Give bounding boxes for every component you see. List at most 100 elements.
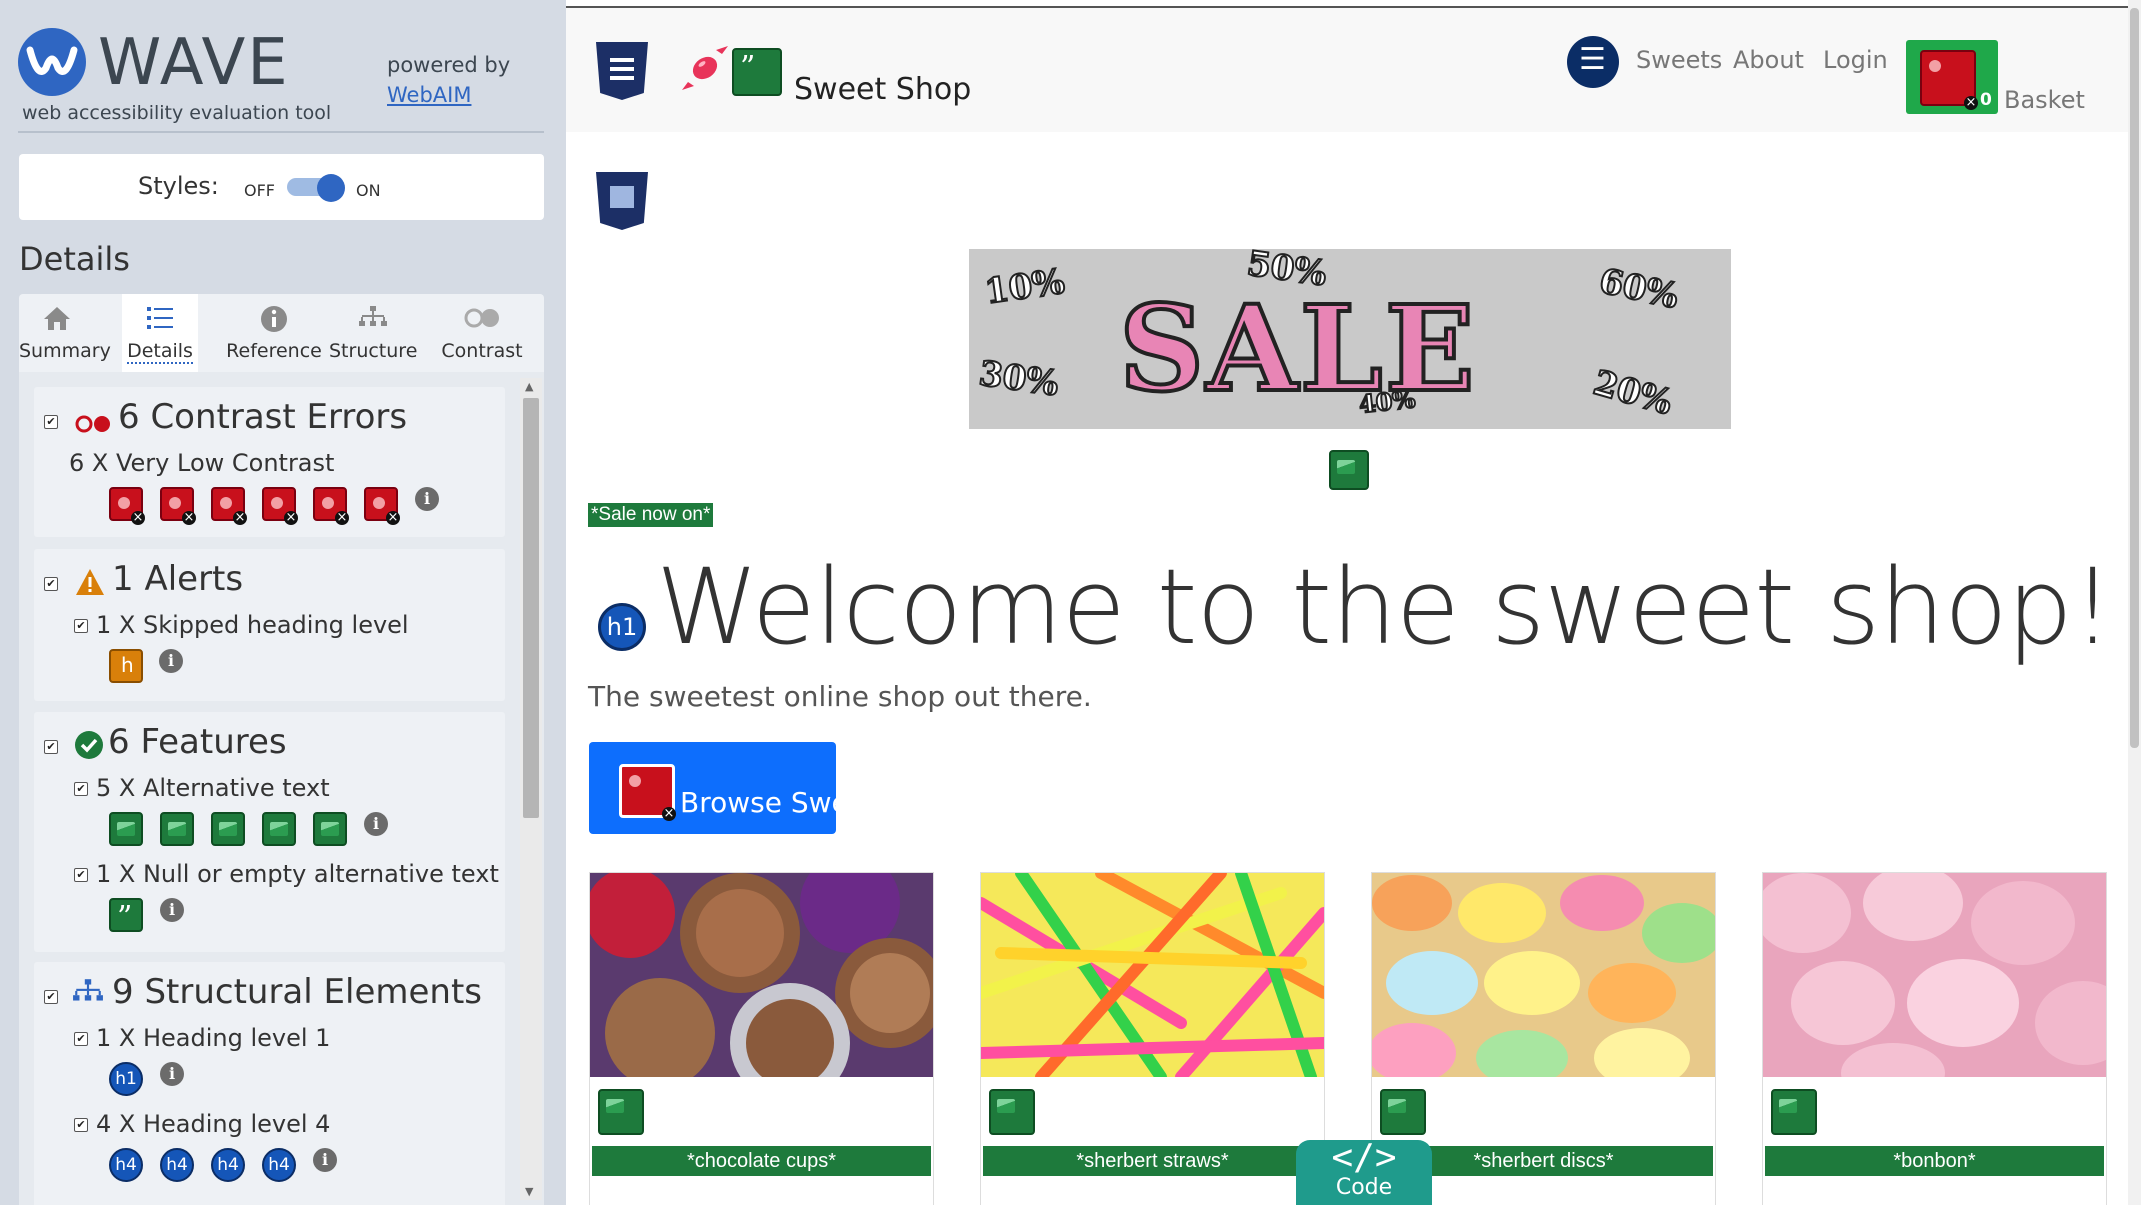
wave-sidebar: WAVE web accessibility evaluation tool p… [0,0,566,1205]
list-icon [122,294,198,334]
alt-text-checkbox[interactable]: ✔ [74,782,88,796]
details-list: ✔ 6 Contrast Errors 6 X Very Low Contras… [19,372,544,1205]
sale-banner-image: 10% 50% 60% 30% 40% 20% SALE [969,249,1731,429]
page-scroll-thumb[interactable] [2130,8,2139,748]
tab-details[interactable]: Details [122,294,198,372]
info-icon[interactable]: i [313,1148,337,1172]
toggle-off-label: OFF [244,181,275,200]
contrast-error-icon[interactable] [160,487,196,525]
skipped-heading-checkbox[interactable]: ✔ [74,619,88,633]
banner-percent: 10% [982,261,1068,314]
tab-contrast[interactable]: Contrast [439,294,525,372]
chocolate-cups-image [590,873,933,1077]
contrast-error-icon[interactable] [619,764,676,821]
structure-icon [329,294,417,334]
null-alt-icon[interactable] [109,898,143,935]
html5-region-icon[interactable] [596,42,648,100]
alt-text-icon[interactable] [262,812,296,846]
powered-by: powered by WebAIM [387,50,510,110]
heading-4-icon[interactable]: h4 [109,1148,143,1182]
alt-text-icon[interactable] [1771,1089,1817,1135]
alt-text-icon[interactable] [1329,450,1369,490]
page-scrollbar[interactable] [2128,0,2141,1205]
alt-text-icon[interactable] [1380,1089,1426,1135]
webaim-link[interactable]: WebAIM [387,80,510,110]
brand-link[interactable]: Sweet Shop [794,72,971,107]
info-icon [226,294,322,334]
contrast-error-icon[interactable] [109,487,145,525]
banner-percent: 30% [976,353,1062,406]
alt-text-icon[interactable] [211,812,245,846]
info-icon[interactable]: i [160,1062,184,1086]
tab-summary[interactable]: Summary [19,294,111,372]
bonbon-image [1763,873,2106,1077]
contrast-error-icon[interactable] [262,487,298,525]
info-icon[interactable]: i [415,487,439,511]
info-icon[interactable]: i [160,898,184,922]
product-card[interactable]: *chocolate cups* [589,872,934,1205]
html5-main-region-icon[interactable] [596,172,648,230]
nav-sweets[interactable]: Sweets [1636,46,1722,74]
contrast-error-icon[interactable] [211,487,247,525]
navbar: Sweet Shop Sweets About Login 0 Basket [566,8,2141,132]
h4-checkbox[interactable]: ✔ [74,1118,88,1132]
alerts-item-label: 1 X Skipped heading level [96,611,409,639]
heading-4-icon[interactable]: h4 [262,1148,296,1182]
browse-sweets-button[interactable]: Browse Sweets [589,742,836,834]
product-caption: *sherbert straws* [983,1146,1322,1176]
sherbert-straws-image [981,873,1324,1077]
features-title: 6 Features [108,722,287,762]
details-scrollbar[interactable]: ▲ ▼ [520,378,542,1200]
alt-text-icon[interactable] [313,812,347,846]
heading-1-icon[interactable]: h1 [109,1062,143,1096]
heading-1-icon[interactable]: h1 [598,603,646,651]
features-checkbox[interactable]: ✔ [44,740,58,754]
h1-checkbox[interactable]: ✔ [74,1032,88,1046]
product-card[interactable]: *sherbert straws* [980,872,1325,1205]
heading-level-1-label: 1 X Heading level 1 [96,1024,331,1052]
alerts-checkbox[interactable]: ✔ [44,577,58,591]
check-circle-icon [74,730,104,764]
scroll-up-icon[interactable]: ▲ [525,380,533,393]
wave-subtitle: web accessibility evaluation tool [22,102,332,124]
tab-structure[interactable]: Structure [329,294,417,372]
contrast-error-icon[interactable] [364,487,400,525]
scroll-down-icon[interactable]: ▼ [525,1185,533,1198]
tab-structure-label: Structure [329,340,418,362]
errors-checkbox[interactable]: ✔ [44,415,58,429]
divider [18,131,544,133]
styles-toggle[interactable] [287,174,347,202]
heading-4-icon[interactable]: h4 [160,1148,194,1182]
alt-text-icon[interactable] [598,1089,644,1135]
tab-summary-label: Summary [19,340,111,362]
tab-contrast-label: Contrast [441,340,523,362]
styles-label: Styles: [138,172,219,200]
nav-about[interactable]: About [1733,46,1804,74]
structure-icon [72,977,104,1011]
code-icon: </> [1331,1137,1397,1178]
nav-login[interactable]: Login [1823,46,1888,74]
code-label: Code [1335,1175,1393,1200]
null-alt-checkbox[interactable]: ✔ [74,868,88,882]
basket-label[interactable]: Basket [2004,86,2085,114]
scroll-thumb[interactable] [523,398,539,818]
list-region-icon[interactable] [1567,36,1619,88]
alt-text-icon[interactable] [989,1089,1035,1135]
alt-text-icon[interactable] [109,812,143,846]
info-icon[interactable]: i [364,812,388,836]
details-heading: Details [19,240,130,278]
contrast-error-icon[interactable] [313,487,349,525]
product-card[interactable]: *bonbon* [1762,872,2107,1205]
contrast-error-icon[interactable] [1920,50,1978,110]
structure-checkbox[interactable]: ✔ [44,990,58,1004]
tab-reference[interactable]: Reference [226,294,322,372]
skipped-heading-alert-icon[interactable] [109,649,143,683]
null-alt-icon[interactable] [732,48,782,96]
info-icon[interactable]: i [159,649,183,673]
code-panel-toggle[interactable]: </> Code [1296,1140,1432,1205]
alt-text-icon[interactable] [160,812,194,846]
heading-4-icon[interactable]: h4 [211,1148,245,1182]
candy-logo-icon[interactable] [680,46,730,90]
null-alt-label: 1 X Null or empty alternative text [96,860,499,888]
heading-level-4-label: 4 X Heading level 4 [96,1110,331,1138]
